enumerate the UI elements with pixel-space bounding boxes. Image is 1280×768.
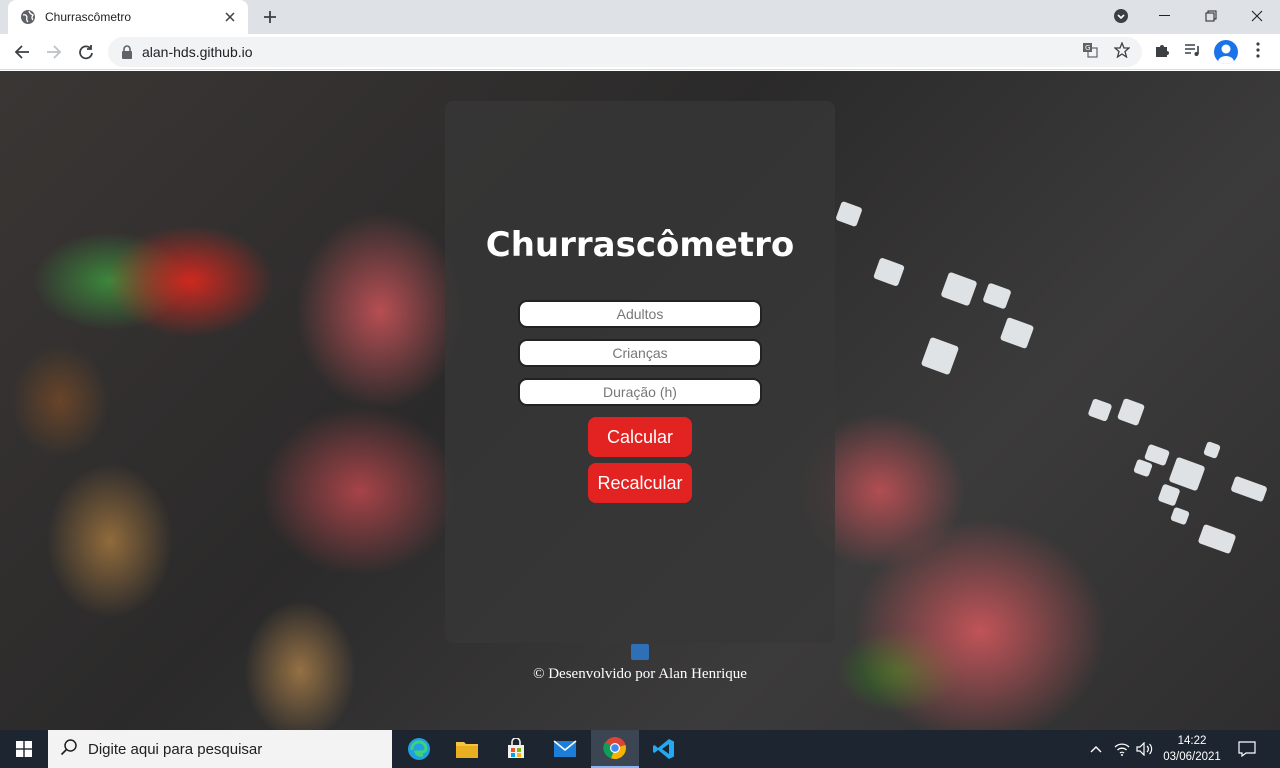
menu-kebab-icon[interactable]: [1249, 41, 1267, 59]
profile-avatar[interactable]: [1214, 40, 1238, 64]
calculator-card: Churrascômetro Calcular Recalcular: [445, 101, 835, 643]
children-input[interactable]: [518, 339, 762, 367]
duration-input[interactable]: [518, 378, 762, 406]
close-tab-icon[interactable]: [222, 9, 238, 25]
taskbar: Digite aqui para pesquisar 14:22 03/06/2…: [0, 730, 1280, 768]
page-viewport: Churrascômetro Calcular Recalcular © Des…: [0, 71, 1280, 730]
url-text: alan-hds.github.io: [142, 44, 253, 60]
system-clock[interactable]: 14:22 03/06/2021: [1158, 733, 1226, 765]
adults-input[interactable]: [518, 300, 762, 328]
calculate-button[interactable]: Calcular: [588, 417, 692, 457]
vscode-icon[interactable]: [640, 730, 688, 768]
start-button[interactable]: [0, 730, 48, 768]
chrome-icon[interactable]: [591, 730, 639, 768]
wifi-icon[interactable]: [1112, 730, 1132, 768]
translate-icon[interactable]: G: [1081, 41, 1099, 59]
tab-title: Churrascômetro: [45, 10, 132, 24]
minimize-button[interactable]: [1142, 0, 1188, 32]
recalculate-button[interactable]: Recalcular: [588, 463, 692, 503]
address-bar[interactable]: alan-hds.github.io: [108, 37, 1142, 67]
globe-icon: [20, 9, 36, 25]
volume-icon[interactable]: [1134, 730, 1156, 768]
mail-icon[interactable]: [541, 730, 589, 768]
clock-date: 03/06/2021: [1163, 751, 1221, 763]
edge-icon[interactable]: [395, 730, 443, 768]
browser-toolbar: alan-hds.github.io G: [0, 34, 1280, 70]
clock-time: 14:22: [1177, 735, 1207, 747]
footer-credit: © Desenvolvido por Alan Henrique: [533, 666, 747, 682]
taskbar-search[interactable]: Digite aqui para pesquisar: [48, 730, 392, 768]
media-control-icon[interactable]: [1184, 41, 1202, 59]
browser-tab[interactable]: Churrascômetro: [8, 0, 248, 34]
search-placeholder: Digite aqui para pesquisar: [88, 740, 263, 758]
lock-icon: [120, 45, 134, 59]
svg-text:G: G: [1085, 44, 1090, 52]
bookmark-star-icon[interactable]: [1113, 41, 1131, 59]
new-tab-button[interactable]: [258, 6, 282, 28]
forward-button[interactable]: [40, 38, 68, 66]
tab-search-icon[interactable]: [1098, 0, 1144, 32]
chevron-up-icon[interactable]: [1086, 730, 1106, 768]
search-icon: [60, 738, 78, 761]
restore-button[interactable]: [1188, 0, 1234, 32]
extensions-icon[interactable]: [1153, 41, 1171, 59]
file-explorer-icon[interactable]: [443, 730, 491, 768]
back-button[interactable]: [8, 38, 36, 66]
close-window-button[interactable]: [1234, 0, 1280, 32]
linkedin-icon[interactable]: [631, 644, 649, 660]
page-title: Churrascômetro: [485, 225, 795, 265]
store-icon[interactable]: [492, 730, 540, 768]
tab-strip: Churrascômetro: [0, 0, 1280, 34]
notifications-icon[interactable]: [1236, 730, 1258, 768]
reload-button[interactable]: [72, 38, 100, 66]
